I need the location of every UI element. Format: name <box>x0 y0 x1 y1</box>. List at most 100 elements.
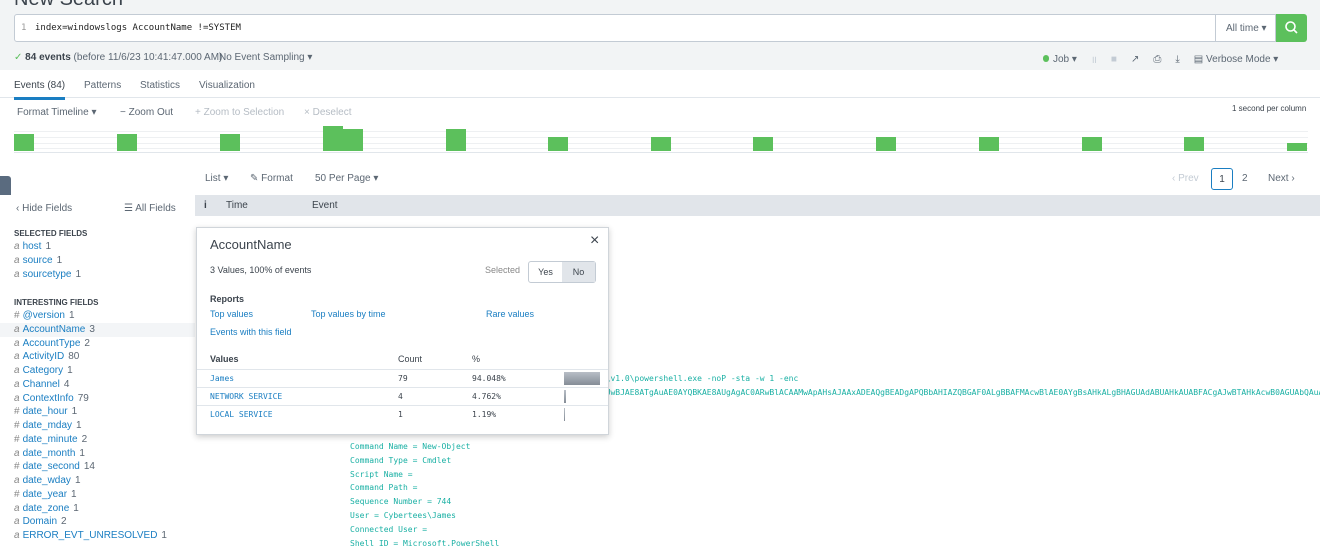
field-accountname[interactable]: a AccountName 3 <box>14 324 95 335</box>
field-category[interactable]: a Category 1 <box>14 365 73 376</box>
tab-statistics[interactable]: Statistics <box>140 80 180 91</box>
interesting-fields-heading: INTERESTING FIELDS <box>14 298 99 307</box>
field-count: 1 <box>68 310 75 321</box>
field-contextinfo[interactable]: a ContextInfo 79 <box>14 393 89 404</box>
event-line: User = Cybertees\James <box>350 511 456 520</box>
stop-icon[interactable]: ■ <box>1111 54 1117 65</box>
check-icon: ✓ <box>14 52 23 63</box>
field-date-hour[interactable]: # date_hour 1 <box>14 406 77 417</box>
field-date-zone[interactable]: a date_zone 1 <box>14 503 79 514</box>
field-count: 1 <box>71 488 77 500</box>
field-domain[interactable]: a Domain 2 <box>14 516 67 527</box>
field-channel[interactable]: a Channel 4 <box>14 379 69 390</box>
timeline-bar[interactable] <box>446 129 466 151</box>
events-with-field-link[interactable]: Events with this field <box>210 327 292 337</box>
tab-visualization[interactable]: Visualization <box>199 80 255 91</box>
page-1-button[interactable]: 1 <box>1211 168 1233 190</box>
column-event[interactable]: Event <box>312 200 338 211</box>
export-icon[interactable]: ⤓ <box>1175 54 1179 65</box>
value-name[interactable]: LOCAL SERVICE <box>210 410 273 419</box>
field-count: 1 <box>76 420 82 431</box>
field-name: sourcetype <box>22 268 72 280</box>
selected-toggle: Yes No <box>528 261 596 283</box>
selected-no-button[interactable]: No <box>562 262 595 282</box>
timeline-bar[interactable] <box>14 134 34 151</box>
field-count: 1 <box>75 268 82 280</box>
field-name: source <box>22 254 53 266</box>
format-button[interactable]: ✎ Format <box>250 173 293 184</box>
job-menu[interactable]: Job ▾ <box>1043 54 1077 65</box>
field-name: date_month <box>22 447 76 459</box>
field-date-mday[interactable]: # date_mday 1 <box>14 420 82 431</box>
field-date-year[interactable]: # date_year 1 <box>14 489 77 500</box>
field-date-wday[interactable]: a date_wday 1 <box>14 475 81 486</box>
value-row[interactable]: James 79 94.048% <box>197 369 608 387</box>
time-range-picker[interactable]: All time ▾ <box>1215 14 1276 42</box>
field-source[interactable]: a source 1 <box>14 255 62 266</box>
zoom-to-selection-button[interactable]: + Zoom to Selection <box>195 107 284 118</box>
field-host[interactable]: a host 1 <box>14 241 51 252</box>
share-icon[interactable]: ↗ <box>1131 54 1139 65</box>
search-mode-dropdown[interactable]: ▤ Verbose Mode ▾ <box>1194 54 1279 65</box>
next-page-button[interactable]: Next › <box>1268 168 1295 190</box>
selected-yes-button[interactable]: Yes <box>529 262 562 282</box>
field-activityid[interactable]: a ActivityID 80 <box>14 351 79 362</box>
per-page-dropdown[interactable]: 50 Per Page ▾ <box>315 173 378 184</box>
prev-page-button[interactable]: ‹ Prev <box>1172 168 1199 190</box>
field-type-icon: a <box>14 392 20 404</box>
pause-icon[interactable]: ॥ <box>1091 52 1097 66</box>
list-dropdown[interactable]: List ▾ <box>205 173 228 184</box>
fields-sidebar: ‹ Hide Fields ☰ All Fields SELECTED FIEL… <box>0 195 195 549</box>
search-input[interactable]: 1 index=windowslogs AccountName !=SYSTEM <box>14 14 1216 42</box>
timeline-bar[interactable] <box>1287 143 1307 151</box>
top-values-link[interactable]: Top values <box>210 309 253 319</box>
field-sourcetype[interactable]: a sourcetype 1 <box>14 269 81 280</box>
timeline-bar[interactable] <box>753 137 773 151</box>
search-button[interactable] <box>1276 14 1307 42</box>
field-accounttype[interactable]: a AccountType 2 <box>14 338 90 349</box>
event-sampling-dropdown[interactable]: No Event Sampling ▾ <box>219 52 312 63</box>
timeline-bar[interactable] <box>651 137 671 151</box>
hide-fields-button[interactable]: ‹ Hide Fields <box>16 203 72 214</box>
timeline-chart[interactable] <box>14 126 1308 153</box>
percent-header: % <box>472 354 481 364</box>
event-line: Sequence Number = 744 <box>350 497 452 507</box>
field-type-icon: # <box>14 420 20 431</box>
value-percent-bar <box>564 408 565 421</box>
search-query[interactable]: index=windowslogs AccountName !=SYSTEM <box>35 23 241 33</box>
timeline-bar[interactable] <box>343 129 363 151</box>
field-date-second[interactable]: # date_second 14 <box>14 461 95 472</box>
timeline-bar[interactable] <box>548 137 568 151</box>
timeline-bar[interactable] <box>876 137 896 151</box>
field-summary-popup: AccountName × 3 Values, 100% of events S… <box>196 227 609 435</box>
field-date-minute[interactable]: # date_minute 2 <box>14 434 87 445</box>
tab-events[interactable]: Events (84) <box>14 80 66 100</box>
value-name[interactable]: NETWORK SERVICE <box>210 392 282 401</box>
close-icon[interactable]: × <box>590 232 599 250</box>
all-fields-button[interactable]: ☰ All Fields <box>124 203 176 214</box>
zoom-out-button[interactable]: − Zoom Out <box>120 107 173 118</box>
rare-values-link[interactable]: Rare values <box>486 309 534 319</box>
timeline-bar[interactable] <box>323 126 343 151</box>
column-time[interactable]: Time <box>226 200 248 211</box>
field-error-evt-unresolved[interactable]: a ERROR_EVT_UNRESOLVED 1 <box>14 530 167 541</box>
timeline-bar[interactable] <box>220 134 240 151</box>
value-row[interactable]: LOCAL SERVICE 1 1.19% <box>197 405 608 423</box>
timeline-bar[interactable] <box>117 134 137 151</box>
print-icon[interactable]: ⎙ <box>1153 54 1161 65</box>
timeline-bar[interactable] <box>979 137 999 151</box>
top-values-by-time-link[interactable]: Top values by time <box>311 309 386 319</box>
timeline-bar[interactable] <box>1082 137 1102 151</box>
field--version[interactable]: # @version 1 <box>14 310 75 321</box>
tab-patterns[interactable]: Patterns <box>84 80 121 91</box>
value-row[interactable]: NETWORK SERVICE 4 4.762% <box>197 387 608 405</box>
page-2-button[interactable]: 2 <box>1242 168 1248 190</box>
value-name[interactable]: James <box>210 374 234 383</box>
deselect-button[interactable]: × Deselect <box>304 107 352 118</box>
timeline-bar[interactable] <box>1184 137 1204 151</box>
format-timeline-button[interactable]: Format Timeline ▾ <box>17 107 96 118</box>
field-name: date_second <box>22 461 80 473</box>
field-date-month[interactable]: a date_month 1 <box>14 448 85 459</box>
selected-label: Selected <box>485 265 521 275</box>
pencil-icon: ✎ <box>250 173 262 184</box>
